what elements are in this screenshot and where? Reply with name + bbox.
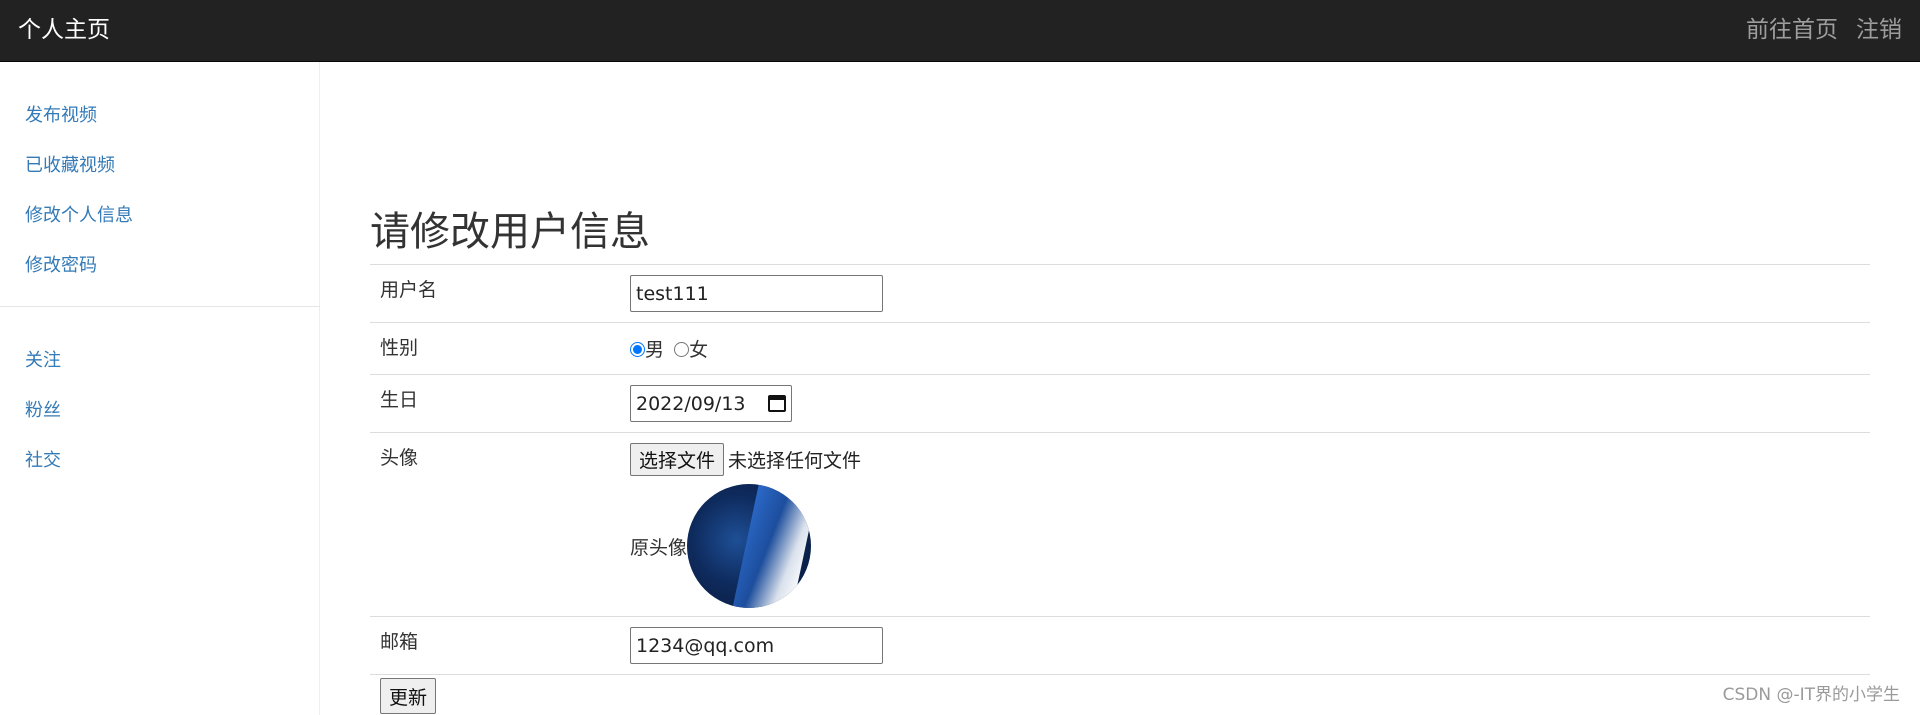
sidebar-item-favorites[interactable]: 已收藏视频 [0, 146, 319, 196]
birthday-value: 2022/09/13 [636, 392, 746, 415]
brand-title[interactable]: 个人主页 [18, 14, 110, 46]
form-row-username: 用户名 [370, 264, 1870, 323]
form-row-avatar: 头像 选择文件 未选择任何文件 原头像 [370, 432, 1870, 617]
sidebar-item-followers[interactable]: 粉丝 [0, 391, 319, 441]
page-title: 请修改用户信息 [370, 209, 650, 255]
calendar-icon[interactable] [768, 395, 786, 412]
top-navbar: 个人主页 前往首页 注销 [0, 0, 1920, 62]
choose-file-button[interactable]: 选择文件 [630, 443, 725, 476]
sidebar-item-social[interactable]: 社交 [0, 441, 319, 491]
avatar-image [687, 484, 812, 608]
gender-radio-male[interactable] [630, 342, 645, 357]
gender-option-female: 女 [689, 339, 709, 361]
sidebar-item-edit-profile[interactable]: 修改个人信息 [0, 196, 319, 246]
username-input[interactable] [630, 275, 883, 312]
username-label: 用户名 [380, 279, 438, 301]
avatar-label: 头像 [380, 447, 419, 469]
form-row-email: 邮箱 [370, 616, 1870, 675]
gender-radio-female[interactable] [674, 342, 690, 357]
update-button[interactable]: 更新 [380, 678, 437, 714]
form-row-birthday: 生日 2022/09/13 [370, 374, 1870, 433]
nav-link-home[interactable]: 前往首页 [1746, 14, 1838, 46]
sidebar-item-publish-video[interactable]: 发布视频 [0, 96, 319, 146]
profile-form: 用户名 性别 男 女 生日 2022/09/13 头像 选择文 [370, 264, 1870, 675]
original-avatar-row: 原头像 [630, 484, 1860, 608]
form-row-gender: 性别 男 女 [370, 322, 1870, 375]
birthday-date-input[interactable]: 2022/09/13 [630, 385, 792, 422]
birthday-label: 生日 [380, 389, 419, 411]
gender-label: 性别 [380, 337, 419, 359]
gender-option-male: 男 [645, 339, 665, 361]
email-label: 邮箱 [380, 631, 419, 653]
navbar-links: 前往首页 注销 [1746, 14, 1902, 46]
watermark: CSDN @-IT界的小学生 [1722, 685, 1900, 705]
original-avatar-label: 原头像 [630, 536, 688, 559]
sidebar-group-social: 关注 粉丝 社交 [0, 307, 319, 491]
sidebar-group-content: 发布视频 已收藏视频 修改个人信息 修改密码 [0, 62, 319, 296]
email-input[interactable] [630, 627, 883, 664]
nav-link-logout[interactable]: 注销 [1856, 14, 1902, 46]
file-status-text: 未选择任何文件 [728, 450, 862, 472]
sidebar-item-change-password[interactable]: 修改密码 [0, 246, 319, 296]
sidebar: 发布视频 已收藏视频 修改个人信息 修改密码 关注 粉丝 社交 [0, 62, 320, 715]
sidebar-item-following[interactable]: 关注 [0, 341, 319, 391]
